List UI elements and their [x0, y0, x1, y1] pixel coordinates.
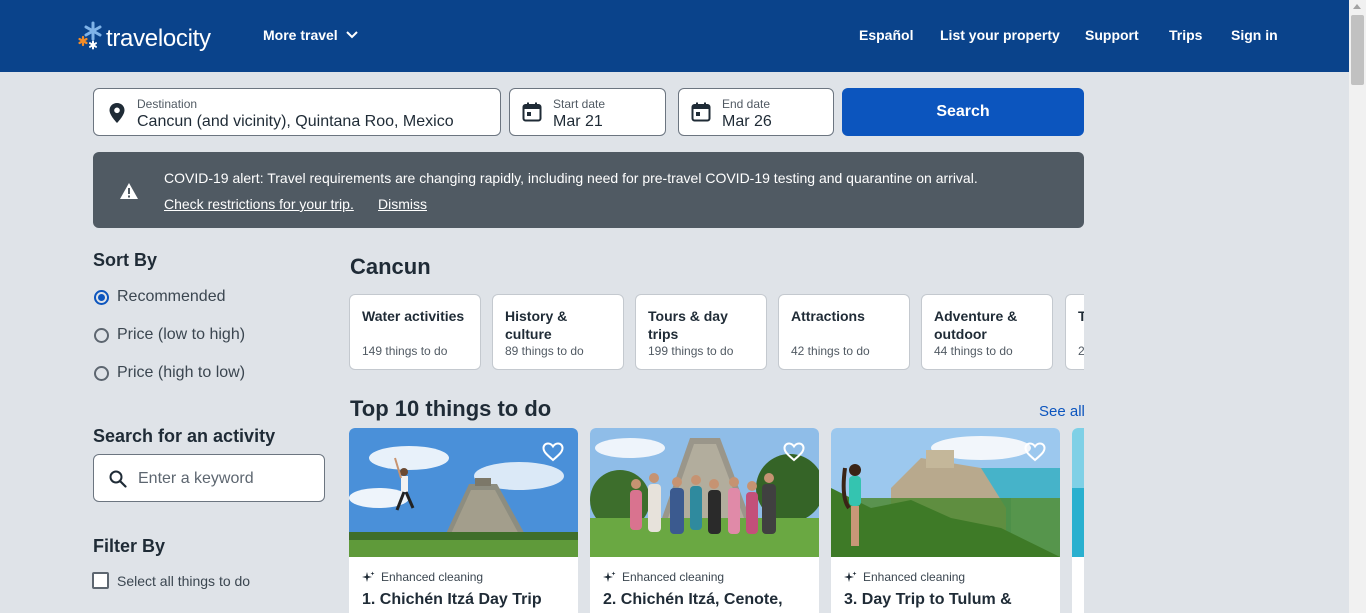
top-things-heading: Top 10 things to do — [350, 396, 552, 421]
enhanced-cleaning-label: Enhanced cleaning — [381, 570, 484, 584]
category-count: 42 things to do — [791, 344, 870, 358]
category-card-history-culture[interactable]: History & culture 89 things to do — [492, 294, 624, 370]
nav-espanol-link[interactable]: Español — [859, 27, 913, 43]
category-card-attractions[interactable]: Attractions 42 things to do — [778, 294, 910, 370]
start-date-field[interactable]: Start date Mar 21 — [509, 88, 666, 136]
category-card-water-activities[interactable]: Water activities 149 things to do — [349, 294, 481, 370]
activity-card[interactable]: Enhanced cleaning 2. Chichén Itzá, Cenot… — [590, 428, 819, 613]
destination-field[interactable]: Destination Cancun (and vicinity), Quint… — [93, 88, 501, 136]
covid-alert-banner: COVID-19 alert: Travel requirements are … — [93, 152, 1084, 228]
end-date-value[interactable]: Mar 26 — [722, 113, 772, 131]
category-name: Attractions — [791, 308, 865, 324]
activity-title[interactable]: 2. Chichén Itzá, Cenote, — [603, 591, 783, 609]
enhanced-cleaning-badge: Enhanced cleaning — [603, 570, 724, 584]
keyword-placeholder: Enter a keyword — [138, 470, 254, 487]
dismiss-link[interactable]: Dismiss — [378, 196, 427, 212]
category-name: T — [1078, 308, 1084, 324]
category-count: 2 — [1078, 344, 1084, 358]
category-name: Tours & day trips — [648, 308, 728, 342]
sort-by-heading: Sort By — [93, 250, 158, 270]
radio-button-selected[interactable] — [94, 289, 109, 305]
sort-option-recommended[interactable]: Recommended — [94, 288, 226, 306]
filter-by-heading: Filter By — [93, 536, 166, 556]
start-date-value[interactable]: Mar 21 — [553, 113, 603, 131]
radio-button[interactable] — [94, 365, 109, 381]
sort-option-label: Price (high to low) — [117, 364, 246, 381]
chevron-down-icon — [345, 31, 358, 39]
brand-name: travelocity — [106, 25, 211, 52]
category-name: History & culture — [505, 308, 568, 342]
warning-icon — [120, 183, 138, 199]
activity-carousel: Enhanced cleaning 1. Chichén Itzá Day Tr… — [349, 428, 1084, 613]
enhanced-cleaning-label: Enhanced cleaning — [622, 570, 725, 584]
sparkle-icon — [362, 571, 375, 582]
activity-title[interactable]: 3. Day Trip to Tulum & — [844, 591, 1012, 609]
category-card-partial[interactable]: T 2 — [1065, 294, 1084, 370]
scroll-thumb[interactable] — [1351, 15, 1364, 85]
category-name: Water activities — [362, 308, 465, 324]
category-name: Adventure & outdoor — [934, 308, 1018, 342]
sort-option-price-high-low[interactable]: Price (high to low) — [94, 364, 245, 382]
activity-title[interactable]: 1. Chichén Itzá Day Trip — [362, 591, 542, 609]
enhanced-cleaning-badge: Enhanced cleaning — [844, 570, 965, 584]
search-button[interactable]: Search — [842, 88, 1084, 136]
category-count: 89 things to do — [505, 344, 584, 358]
location-pin-icon — [109, 103, 125, 123]
category-count: 199 things to do — [648, 344, 734, 358]
calendar-icon — [691, 102, 711, 122]
heart-icon[interactable] — [783, 442, 805, 462]
more-travel-label: More travel — [263, 27, 338, 43]
nav-support-link[interactable]: Support — [1085, 27, 1139, 43]
end-date-field[interactable]: End date Mar 26 — [678, 88, 834, 136]
logo-mark-icon — [76, 20, 104, 52]
select-all-filter[interactable]: Select all things to do — [92, 572, 250, 589]
radio-button[interactable] — [94, 327, 109, 343]
category-card-tours-day-trips[interactable]: Tours & day trips 199 things to do — [635, 294, 767, 370]
check-restrictions-link[interactable]: Check restrictions for your trip. — [164, 196, 354, 212]
checkbox[interactable] — [92, 572, 109, 589]
keyword-search-input[interactable]: Enter a keyword — [93, 454, 325, 502]
city-heading: Cancun — [350, 254, 431, 279]
start-date-label: Start date — [553, 97, 606, 111]
page-scrollbar[interactable] — [1349, 0, 1366, 613]
category-card-adventure-outdoor[interactable]: Adventure & outdoor 44 things to do — [921, 294, 1053, 370]
end-date-label: End date — [722, 97, 771, 111]
see-all-link[interactable]: See all — [1039, 403, 1085, 420]
enhanced-cleaning-badge: Enhanced cleaning — [362, 570, 483, 584]
nav-sign-in-link[interactable]: Sign in — [1231, 27, 1278, 43]
heart-icon[interactable] — [542, 442, 564, 462]
destination-label: Destination — [137, 97, 198, 111]
travelocity-logo[interactable]: travelocity — [76, 18, 211, 54]
scroll-up-arrow-icon[interactable] — [1353, 4, 1361, 9]
site-header: travelocity More travel Español List you… — [0, 0, 1349, 72]
select-all-label: Select all things to do — [117, 572, 251, 589]
activity-card-partial[interactable] — [1072, 428, 1084, 613]
calendar-icon — [522, 102, 542, 122]
heart-icon[interactable] — [1024, 442, 1046, 462]
category-carousel: Water activities 149 things to do Histor… — [349, 294, 1084, 370]
sparkle-icon — [844, 571, 857, 582]
search-activity-heading: Search for an activity — [93, 426, 276, 446]
sort-option-label: Price (low to high) — [117, 326, 246, 343]
enhanced-cleaning-label: Enhanced cleaning — [863, 570, 966, 584]
nav-trips-link[interactable]: Trips — [1169, 27, 1202, 43]
sort-option-price-low-high[interactable]: Price (low to high) — [94, 326, 245, 344]
category-count: 149 things to do — [362, 344, 448, 358]
category-count: 44 things to do — [934, 344, 1013, 358]
alert-message: COVID-19 alert: Travel requirements are … — [164, 170, 978, 186]
search-icon — [109, 470, 127, 488]
destination-value[interactable]: Cancun (and vicinity), Quintana Roo, Mex… — [137, 113, 454, 131]
nav-list-property-link[interactable]: List your property — [940, 27, 1060, 43]
sparkle-icon — [603, 571, 616, 582]
sort-option-label: Recommended — [117, 288, 226, 305]
more-travel-menu[interactable]: More travel — [263, 27, 358, 43]
activity-card[interactable]: Enhanced cleaning 1. Chichén Itzá Day Tr… — [349, 428, 578, 613]
activity-photo[interactable] — [1072, 428, 1084, 557]
activity-card[interactable]: Enhanced cleaning 3. Day Trip to Tulum & — [831, 428, 1060, 613]
